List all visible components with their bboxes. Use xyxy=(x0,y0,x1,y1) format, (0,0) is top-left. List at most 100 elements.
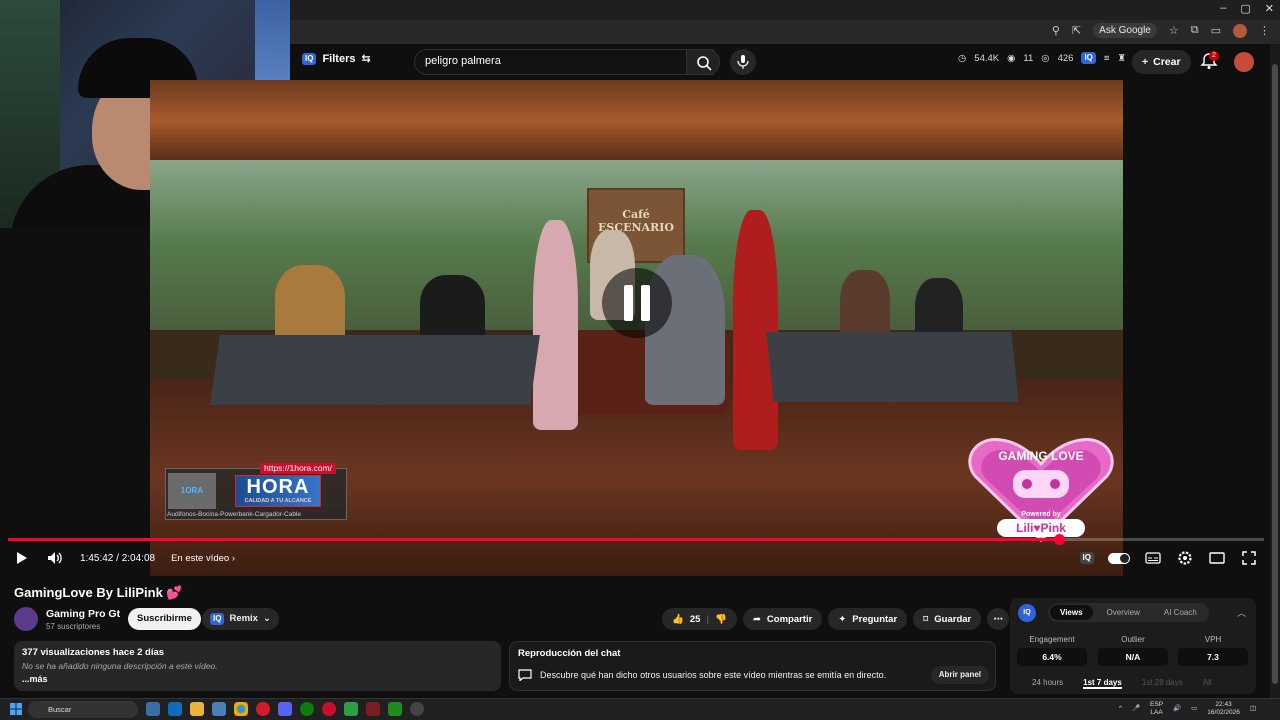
fullscreen-icon[interactable] xyxy=(1240,549,1258,567)
ask-google-button[interactable]: Ask Google xyxy=(1093,23,1157,38)
person-figure xyxy=(275,265,345,345)
list-icon[interactable]: ≡ xyxy=(1104,53,1110,64)
period-28d[interactable]: 1st 28 days xyxy=(1142,678,1183,689)
period-24h[interactable]: 24 hours xyxy=(1032,678,1063,689)
steam-icon[interactable] xyxy=(410,702,424,716)
search-input[interactable] xyxy=(425,55,675,67)
progress-knob[interactable] xyxy=(1054,534,1065,545)
subscribe-button[interactable]: Suscribirme xyxy=(128,608,201,630)
clock[interactable]: 22:43 16/02/2026 xyxy=(1207,701,1240,717)
iq-control-icon[interactable]: IQ xyxy=(1079,552,1094,564)
speaker-icon[interactable]: 🔊 xyxy=(1173,705,1181,713)
notification-center-icon[interactable]: ◫ xyxy=(1250,705,1256,713)
chevron-right-icon: › xyxy=(231,552,236,564)
play-app-icon[interactable] xyxy=(344,702,358,716)
chrome-icon[interactable] xyxy=(234,702,248,716)
tray-mic-icon[interactable]: 🎤 xyxy=(1132,705,1140,713)
share-icon: ➦ xyxy=(752,613,761,625)
thumbs-up-icon: 👍 xyxy=(672,613,684,625)
ask-button[interactable]: ✦ Preguntar xyxy=(828,608,908,630)
voice-search-button[interactable] xyxy=(730,49,756,75)
settings-gear-icon[interactable] xyxy=(1176,549,1194,567)
share-button[interactable]: ➦ Compartir xyxy=(742,608,823,630)
action-bar: 👍 25 | 👎 ➦ Compartir ✦ Preguntar ⌑ Guard… xyxy=(662,608,1010,630)
period-7d[interactable]: 1st 7 days xyxy=(1083,678,1122,689)
battery-icon[interactable]: ▭ xyxy=(1191,705,1197,713)
windows-start-icon[interactable] xyxy=(10,703,22,715)
autoplay-toggle[interactable] xyxy=(1108,552,1130,564)
iq-tool-icon[interactable]: IQ xyxy=(1081,52,1096,64)
collapse-icon[interactable]: ︿ xyxy=(1237,606,1246,619)
user-avatar[interactable] xyxy=(1234,52,1254,72)
like-button[interactable]: 👍 25 | 👎 xyxy=(662,608,737,630)
close-window-button[interactable]: ✕ xyxy=(1265,2,1274,15)
opera-icon[interactable] xyxy=(256,702,270,716)
stat-views: 54.4K xyxy=(974,52,1000,64)
media-icon[interactable] xyxy=(322,702,336,716)
recorder-icon[interactable] xyxy=(366,702,380,716)
page-scrollbar[interactable] xyxy=(1270,44,1280,700)
save-button[interactable]: ⌑ Guardar xyxy=(913,608,982,630)
create-button[interactable]: + Crear xyxy=(1132,50,1191,74)
folder-icon[interactable] xyxy=(190,702,204,716)
time-total: 2:04:08 xyxy=(121,552,156,564)
more-icon: ⋯ xyxy=(993,613,1004,625)
tab-overview[interactable]: Overview xyxy=(1097,605,1150,620)
language-indicator[interactable]: ESP LAA xyxy=(1150,701,1163,717)
outlook-icon[interactable] xyxy=(168,702,182,716)
channel-name[interactable]: Gaming Pro Gt xyxy=(46,608,120,620)
taskview-icon[interactable] xyxy=(146,702,160,716)
play-icon[interactable] xyxy=(12,549,30,567)
minimize-button[interactable]: – xyxy=(1220,2,1226,15)
tab-ai-coach[interactable]: AI Coach xyxy=(1154,605,1207,620)
taskbar-search[interactable]: Buscar xyxy=(28,701,138,718)
open-panel-button[interactable]: Abrir panel xyxy=(930,666,989,684)
filters-button[interactable]: IQ Filters ⇆ xyxy=(302,52,371,65)
more-link[interactable]: ...más xyxy=(22,674,493,684)
tray-chevron-icon[interactable]: ^ xyxy=(1119,705,1122,713)
browser-menu-icon[interactable]: ⋮ xyxy=(1259,24,1270,37)
progress-bar[interactable] xyxy=(8,534,1264,545)
maximize-button[interactable]: ▢ xyxy=(1240,2,1250,15)
tab-views[interactable]: Views xyxy=(1050,605,1093,620)
video-roof xyxy=(150,80,1123,160)
app-icon[interactable] xyxy=(212,702,226,716)
chapter-button[interactable]: En este vídeo › xyxy=(171,553,235,564)
person-figure xyxy=(733,210,778,450)
description-box[interactable]: 377 visualizaciones hace 2 días No se ha… xyxy=(14,641,501,691)
logo-line1: GAMING LOVE xyxy=(998,449,1083,463)
theater-mode-icon[interactable] xyxy=(1208,549,1226,567)
remix-button[interactable]: IQ Remix ⌄ xyxy=(202,608,279,630)
search-button[interactable] xyxy=(686,49,720,75)
chat-replay-title: Reproducción del chat xyxy=(518,648,621,659)
sidebar-icon[interactable]: ▭ xyxy=(1211,24,1221,37)
volume-icon[interactable] xyxy=(46,549,64,567)
iq-tabs: Views Overview AI Coach xyxy=(1048,603,1209,622)
zoom-icon[interactable]: ⚲ xyxy=(1052,24,1060,37)
share-page-icon[interactable]: ⇱ xyxy=(1072,24,1081,37)
extensions-icon[interactable]: ⧉ xyxy=(1191,24,1199,37)
discord-icon[interactable] xyxy=(278,702,292,716)
xbox-icon[interactable] xyxy=(300,702,314,716)
sponsor-tagline: CALIDAD A TU ALCANCE xyxy=(244,498,312,504)
thumbs-down-icon[interactable]: 👎 xyxy=(715,614,727,625)
sliders-icon: ⇆ xyxy=(361,53,371,65)
time-display: 1:45:42 / 2:04:08 xyxy=(80,552,156,564)
save-label: Guardar xyxy=(934,613,972,625)
video-player[interactable]: Café ESCENARIO 1ORA HORA CALIDAD A TU AL… xyxy=(150,80,1123,576)
search-box: ✕ xyxy=(414,49,714,75)
pause-icon[interactable] xyxy=(602,268,672,338)
game-icon[interactable] xyxy=(388,702,402,716)
period-all[interactable]: All xyxy=(1203,678,1212,689)
channel-avatar[interactable] xyxy=(14,607,38,631)
more-actions-button[interactable]: ⋯ xyxy=(987,608,1010,630)
trophy-icon[interactable]: ♜ xyxy=(1117,53,1126,64)
taskbar-search-label: Buscar xyxy=(48,705,72,714)
scrollbar-thumb[interactable] xyxy=(1272,64,1278,684)
bookmark-star-icon[interactable]: ☆ xyxy=(1169,24,1179,37)
video-title: GamingLove By LiliPink 💕 xyxy=(14,585,183,600)
subtitles-icon[interactable] xyxy=(1144,549,1162,567)
browser-toolbar: ⚲ ⇱ Ask Google ☆ ⧉ ▭ ⋮ xyxy=(290,20,1280,44)
table-right xyxy=(766,332,1019,402)
profile-avatar[interactable] xyxy=(1233,23,1247,38)
